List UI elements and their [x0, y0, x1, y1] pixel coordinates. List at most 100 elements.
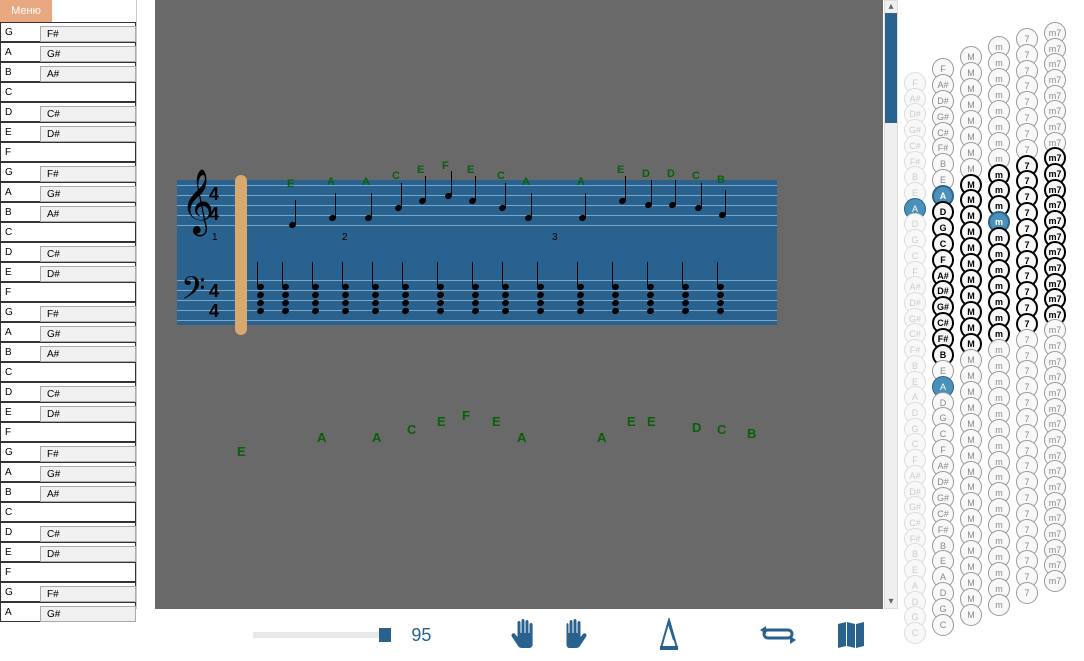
piano-white-key[interactable]: C [0, 362, 136, 382]
note-letter: C [392, 170, 400, 182]
note-letter: A [327, 176, 335, 188]
scroll-down-arrow-icon[interactable]: ▾ [885, 596, 897, 608]
note-stem [701, 183, 702, 207]
note-stem [372, 262, 373, 286]
note-letter-large: A [372, 430, 381, 445]
note-letter: E [617, 164, 624, 176]
piano-black-key[interactable]: C# [40, 106, 136, 122]
piano-black-key[interactable]: C# [40, 246, 136, 262]
staff-line [177, 195, 777, 196]
piano-black-key[interactable]: D# [40, 266, 136, 282]
slider-thumb[interactable] [379, 628, 391, 642]
accordion-chord-button[interactable]: m7 [1044, 570, 1066, 592]
note-stem [342, 262, 343, 286]
bass-clef-icon: 𝄢 [181, 272, 205, 315]
playhead[interactable] [235, 175, 247, 335]
left-hand-icon[interactable] [511, 619, 539, 651]
scroll-up-arrow-icon[interactable]: ▴ [885, 1, 897, 13]
right-hand-icon[interactable] [559, 619, 587, 651]
piano-white-key[interactable]: C [0, 222, 136, 242]
note-letter-large: A [317, 430, 326, 445]
staff-line [177, 185, 777, 186]
piano-black-key[interactable]: A# [40, 66, 136, 82]
note-letter-large: F [462, 408, 470, 423]
scrollbar-thumb[interactable] [885, 13, 897, 123]
tempo-value: 95 [411, 625, 431, 646]
staff-line [177, 215, 777, 216]
note-stem [502, 262, 503, 286]
note-stem [625, 176, 626, 200]
piano-black-key[interactable]: F# [40, 166, 136, 182]
piano-black-key[interactable]: G# [40, 326, 136, 342]
note-stem [257, 262, 258, 286]
accordion-chord-panel: FA#D#G#C#F#BEADGCFA#D#G#C#F#BEADGCFA#D#G… [898, 0, 1084, 661]
piano-black-key[interactable]: A# [40, 346, 136, 362]
piano-black-key[interactable]: G# [40, 46, 136, 62]
bar-number: 2 [342, 232, 348, 243]
note-letter-large: D [692, 420, 701, 435]
note-letter-large: E [437, 414, 446, 429]
piano-white-key[interactable]: F [0, 142, 136, 162]
accordion-chord-button[interactable]: M [960, 604, 982, 626]
piano-white-key[interactable]: F [0, 422, 136, 442]
note-letter: E [417, 164, 424, 176]
piano-black-key[interactable]: F# [40, 26, 136, 42]
piano-black-key[interactable]: D# [40, 406, 136, 422]
piano-white-key[interactable]: C [0, 502, 136, 522]
metronome-icon[interactable] [657, 618, 681, 652]
note-stem [585, 193, 586, 217]
piano-black-key[interactable]: F# [40, 306, 136, 322]
piano-black-key[interactable]: F# [40, 446, 136, 462]
note-letter: A [362, 176, 370, 188]
piano-white-key[interactable]: F [0, 562, 136, 582]
timesig-top: 4 [209, 185, 219, 203]
note-letter-large: C [717, 422, 726, 437]
note-letter-large: E [647, 414, 656, 429]
staff-line [177, 280, 777, 281]
accordion-chord-button[interactable]: m [988, 594, 1010, 616]
piano-black-key[interactable]: G# [40, 606, 136, 622]
piano-black-key[interactable]: D# [40, 546, 136, 562]
piano-black-key[interactable]: G# [40, 186, 136, 202]
piano-black-key[interactable]: A# [40, 206, 136, 222]
menu-button[interactable]: Меню [0, 0, 52, 22]
note-stem [335, 193, 336, 217]
timesig-bot-bass: 4 [209, 302, 219, 320]
note-letter: B [717, 174, 725, 186]
piano-black-key[interactable]: G# [40, 466, 136, 482]
note-stem [537, 262, 538, 286]
piano-black-key[interactable]: C# [40, 526, 136, 542]
note-stem [371, 193, 372, 217]
note-stem [472, 262, 473, 286]
staff-line [177, 320, 777, 321]
piano-black-key[interactable]: D# [40, 126, 136, 142]
note-stem [612, 262, 613, 286]
staff-line [177, 205, 777, 206]
note-letter-large: B [747, 426, 756, 441]
tempo-slider[interactable] [253, 632, 391, 638]
accordion-chord-button[interactable]: 7 [1016, 582, 1038, 604]
note-stem [437, 262, 438, 286]
accordion-chord-button[interactable]: C [932, 614, 954, 636]
piano-black-key[interactable]: F# [40, 586, 136, 602]
piano-keyboard: Меню GABCDEFGABCDEFGABCDEFGABCDEFGAF#G#A… [0, 0, 136, 661]
score-viewport: 𝄞 𝄢 4 4 4 4 1 2 3 EAACEFECAAEDDCBEAACEFE… [136, 0, 884, 609]
map-view-icon[interactable] [836, 620, 866, 650]
note-stem [425, 176, 426, 200]
note-letter: A [522, 176, 530, 188]
piano-white-key[interactable]: C [0, 82, 136, 102]
staff-line [177, 225, 777, 226]
accordion-chord-button[interactable]: C [904, 622, 926, 644]
note-letter-large: A [597, 430, 606, 445]
vertical-scrollbar[interactable]: ▴ ▾ [884, 0, 898, 609]
note-stem [717, 262, 718, 286]
note-letter: E [287, 178, 294, 190]
bar-number: 1 [212, 232, 218, 243]
note-stem [531, 193, 532, 217]
piano-black-key[interactable]: C# [40, 386, 136, 402]
note-stem [312, 262, 313, 286]
piano-black-key[interactable]: A# [40, 486, 136, 502]
loop-icon[interactable] [760, 622, 796, 648]
piano-white-key[interactable]: F [0, 282, 136, 302]
note-letter-large: C [407, 422, 416, 437]
